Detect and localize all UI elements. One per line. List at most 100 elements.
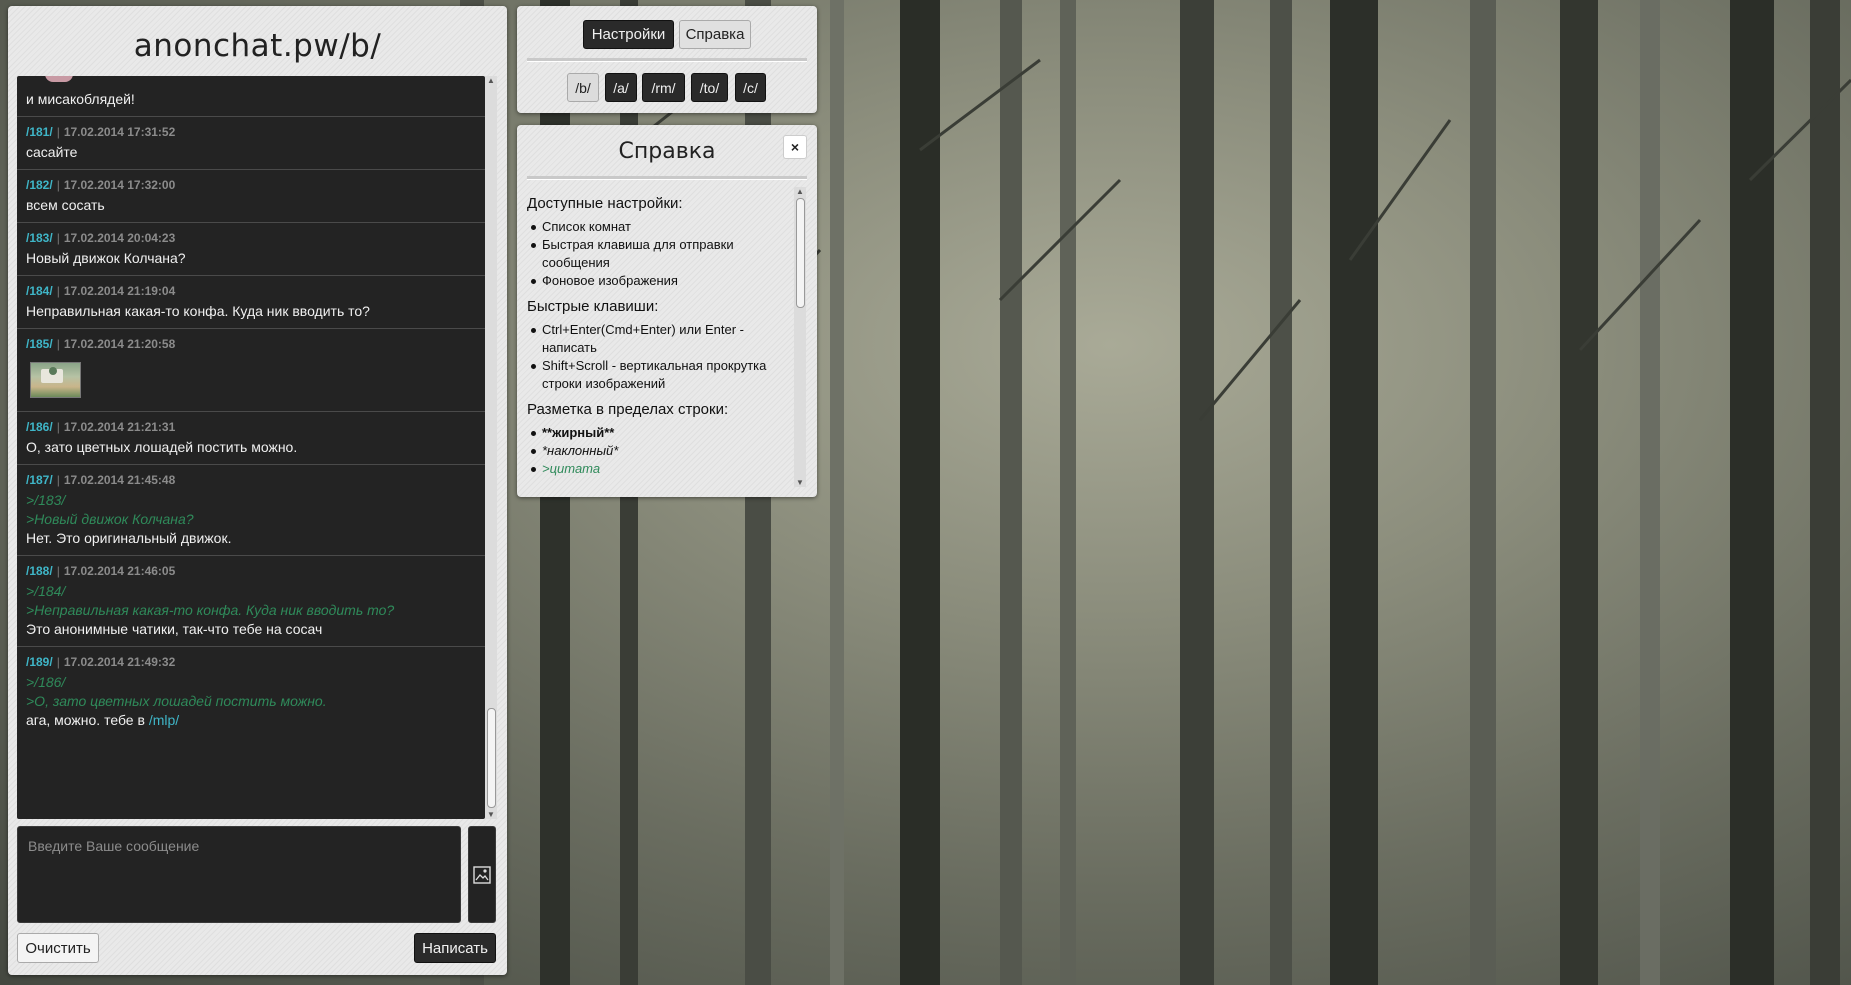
quote-text: >Новый движок Колчана? (26, 511, 194, 527)
message-188: /188/| 17.02.2014 21:46:05 >/184/ >Неправ… (17, 556, 485, 647)
message-189: /189/| 17.02.2014 21:49:32 >/186/ >О, зат… (17, 647, 485, 737)
help-list: Ctrl+Enter(Cmd+Enter) или Enter - написа… (527, 321, 789, 393)
message-text: и мисакоблядей! (26, 91, 135, 107)
message-text: Нет. Это оригинальный движок. (26, 530, 232, 546)
scroll-up-arrow-icon[interactable]: ▲ (487, 76, 495, 85)
message-id-link[interactable]: /181/ (26, 125, 53, 139)
message-text: всем сосать (26, 197, 105, 213)
scroll-up-arrow-icon[interactable]: ▲ (796, 187, 804, 196)
room-button-a[interactable]: /a/ (605, 73, 637, 102)
message-id-link[interactable]: /185/ (26, 337, 53, 351)
help-item: Быстрая клавиша для отправки сообщения (531, 236, 789, 272)
quote-text: >О, зато цветных лошадей постить можно. (26, 693, 327, 709)
help-title: Справка (618, 139, 716, 164)
message-input[interactable] (18, 827, 460, 922)
message-186: /186/| 17.02.2014 21:21:31 О, зато цветны… (17, 412, 485, 465)
message-183: /183/| 17.02.2014 20:04:23 Новый движок К… (17, 223, 485, 276)
settings-button[interactable]: Настройки (583, 20, 674, 49)
tree-trunk (1060, 0, 1076, 985)
message-id-link[interactable]: /189/ (26, 655, 53, 669)
help-heading: Разметка в пределах строки: (527, 401, 729, 418)
message-image-thumbnail[interactable] (30, 362, 81, 398)
help-item-quote: >цитата (531, 460, 789, 478)
quote-reference[interactable]: >/186/ (26, 673, 476, 692)
room-button-to[interactable]: /to/ (691, 73, 728, 102)
message-partial: и мисакоблядей! (17, 76, 485, 117)
message-id-link[interactable]: /183/ (26, 231, 53, 245)
message-184: /184/| 17.02.2014 21:19:04 Неправильная к… (17, 276, 485, 329)
image-icon (473, 865, 491, 884)
help-item-italic: *наклонный* (531, 442, 789, 460)
help-button[interactable]: Справка (679, 20, 751, 49)
message-text: Это анонимные чатики, так-что тебе на со… (26, 621, 323, 637)
help-item: Ctrl+Enter(Cmd+Enter) или Enter - написа… (531, 321, 789, 357)
scroll-down-arrow-icon[interactable]: ▼ (487, 810, 495, 819)
message-text: О, зато цветных лошадей постить можно. (26, 439, 298, 455)
message-id-link[interactable]: /184/ (26, 284, 53, 298)
help-list: Список комнат Быстрая клавиша для отправ… (527, 218, 789, 290)
message-187: /187/| 17.02.2014 21:45:48 >/183/ >Новый … (17, 465, 485, 556)
message-time: 17.02.2014 20:04:23 (63, 231, 176, 245)
help-item: Shift+Scroll - вертикальная прокрутка ст… (531, 357, 789, 393)
tree-trunk (1640, 0, 1660, 985)
room-button-rm[interactable]: /rm/ (642, 73, 685, 102)
clear-button[interactable]: Очистить (17, 933, 99, 963)
message-text: Новый движок Колчана? (26, 250, 186, 266)
message-181: /181/| 17.02.2014 17:31:52 сасайте (17, 117, 485, 170)
tree-trunk (830, 0, 844, 985)
message-time: 17.02.2014 21:19:04 (63, 284, 176, 298)
message-scrollbar[interactable]: ▲ ▼ (485, 76, 497, 819)
tree-trunk (900, 0, 940, 985)
help-item: Фоновое изображения (531, 272, 789, 290)
scroll-down-arrow-icon[interactable]: ▼ (796, 478, 804, 487)
scrollbar-thumb[interactable] (796, 198, 805, 308)
message-id-link[interactable]: /186/ (26, 420, 53, 434)
help-list: **жирный** *наклонный* >цитата (527, 424, 789, 478)
tree-trunk (1470, 0, 1496, 985)
tree-trunk (1270, 0, 1292, 985)
close-icon[interactable]: × (783, 135, 807, 159)
room-button-b[interactable]: /b/ (567, 73, 599, 102)
message-time: 17.02.2014 21:46:05 (63, 564, 176, 578)
tree-trunk (1560, 0, 1598, 985)
scrollbar-thumb[interactable] (487, 708, 496, 808)
message-input-box[interactable] (17, 826, 461, 923)
message-time: 17.02.2014 17:32:00 (63, 178, 176, 192)
help-scrollbar[interactable]: ▲ ▼ (794, 187, 806, 487)
chat-title: anonchat.pw/b/ (133, 28, 382, 64)
tree-trunk (1180, 0, 1214, 985)
message-time: 17.02.2014 21:21:31 (63, 420, 176, 434)
message-text: ага, можно. тебе в (26, 712, 149, 728)
message-id-link[interactable]: /188/ (26, 564, 53, 578)
quote-text: >Неправильная какая-то конфа. Куда ник в… (26, 602, 395, 618)
attach-image-button[interactable] (468, 826, 496, 923)
send-button[interactable]: Написать (414, 933, 496, 963)
message-time: 17.02.2014 17:31:52 (63, 125, 176, 139)
help-item: Список комнат (531, 218, 789, 236)
divider (527, 58, 807, 62)
nav-panel: Настройки Справка /b/ /a/ /rm/ /to/ /c/ (517, 6, 817, 113)
tree-trunk (1810, 0, 1840, 985)
help-item-bold: **жирный** (531, 424, 789, 442)
tree-trunk (1000, 0, 1022, 985)
quote-reference[interactable]: >/184/ (26, 582, 476, 601)
message-185: /185/| 17.02.2014 21:20:58 (17, 329, 485, 412)
tree-trunk (1330, 0, 1378, 985)
message-182: /182/| 17.02.2014 17:32:00 всем сосать (17, 170, 485, 223)
message-list[interactable]: и мисакоблядей! /181/| 17.02.2014 17:31:5… (17, 76, 485, 819)
message-time: 17.02.2014 21:49:32 (63, 655, 176, 669)
help-heading: Быстрые клавиши: (527, 298, 659, 315)
room-button-c[interactable]: /c/ (735, 73, 766, 102)
message-time: 17.02.2014 21:45:48 (63, 473, 176, 487)
room-link-mlp[interactable]: /mlp/ (149, 712, 179, 728)
help-panel: Справка × Доступные настройки: Список ко… (517, 125, 817, 497)
avatar-image-partial (45, 76, 73, 82)
help-content[interactable]: Доступные настройки: Список комнат Быстр… (527, 187, 789, 487)
quote-reference[interactable]: >/183/ (26, 491, 476, 510)
chat-panel: anonchat.pw/b/ и мисакоблядей! /181/| 17.… (8, 6, 507, 975)
message-id-link[interactable]: /187/ (26, 473, 53, 487)
divider (527, 176, 807, 180)
message-text: сасайте (26, 144, 78, 160)
message-time: 17.02.2014 21:20:58 (63, 337, 176, 351)
message-id-link[interactable]: /182/ (26, 178, 53, 192)
